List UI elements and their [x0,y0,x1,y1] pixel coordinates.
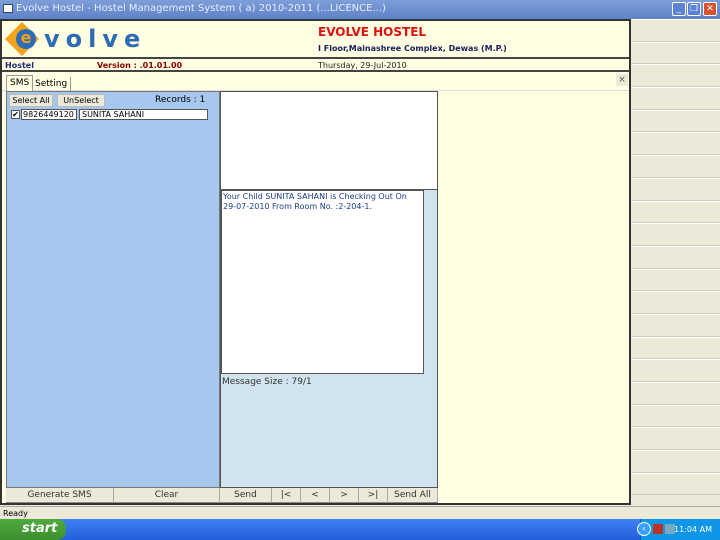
preview-area [221,92,437,190]
taskbar: start ‹ 11:04 AM [0,519,720,540]
first-button[interactable]: |< [272,488,301,503]
next-button[interactable]: > [330,488,359,503]
header: e volve EVOLVE HOSTEL I Floor,Mainashree … [2,21,629,59]
recipient-panel: Select All UnSelect Records : 1 ✔ 982644… [6,91,220,488]
side-panel [632,19,720,505]
close-button[interactable]: ✕ [703,2,717,16]
last-button[interactable]: >| [359,488,388,503]
date-label: Thursday, 29-Jul-2010 [318,61,407,70]
logo: e volve [5,22,140,57]
status-bar: Ready [0,506,720,519]
message-size: Message Size : 79/1 [222,377,312,387]
title-bar: Evolve Hostel - Hostel Management System… [0,0,720,19]
close-tab-button[interactable]: × [616,74,628,86]
info-bar: Hostel Version : .01.01.00 Thursday, 29-… [2,61,629,72]
send-all-button[interactable]: Send All [388,488,438,503]
phone-field[interactable]: 9826449120 [21,109,77,120]
module-label: Hostel [5,61,34,70]
records-count: Records : 1 [155,95,206,105]
message-panel: Your Child SUNITA SAHANI is Checking Out… [220,91,438,488]
main-window: e volve EVOLVE HOSTEL I Floor,Mainashree … [0,19,631,505]
restore-button[interactable]: ❐ [687,2,701,16]
name-field[interactable]: SUNITA SAHANI [79,109,208,120]
clock: 11:04 AM [674,525,712,534]
select-all-button[interactable]: Select All [9,94,53,107]
message-textarea[interactable]: Your Child SUNITA SAHANI is Checking Out… [221,190,424,374]
window-title: Evolve Hostel - Hostel Management System… [16,3,386,14]
system-tray: ‹ 11:04 AM [637,519,720,540]
hostel-address: I Floor,Mainashree Complex, Dewas (M.P.) [318,44,507,53]
network-icon[interactable] [665,524,675,534]
start-label: start [22,521,58,536]
minimize-button[interactable]: _ [672,2,686,16]
app-icon [3,4,13,13]
clear-button[interactable]: Clear [114,488,220,503]
start-button[interactable]: start [0,519,66,540]
send-button[interactable]: Send [220,488,272,503]
tab-bar: SMS Setting [2,74,629,93]
unselect-button[interactable]: UnSelect [57,94,105,107]
prev-button[interactable]: < [301,488,330,503]
chevron-left-icon[interactable]: ‹ [637,522,651,536]
tray-app-icon[interactable] [653,524,663,534]
action-bar: Generate SMS Clear Send |< < > >| Send A… [6,488,438,503]
tab-sms[interactable]: SMS [6,75,34,91]
hostel-name: EVOLVE HOSTEL [318,25,427,39]
version-label: Version : .01.01.00 [97,61,183,70]
recipient-checkbox[interactable]: ✔ [11,110,20,119]
generate-sms-button[interactable]: Generate SMS [6,488,114,503]
